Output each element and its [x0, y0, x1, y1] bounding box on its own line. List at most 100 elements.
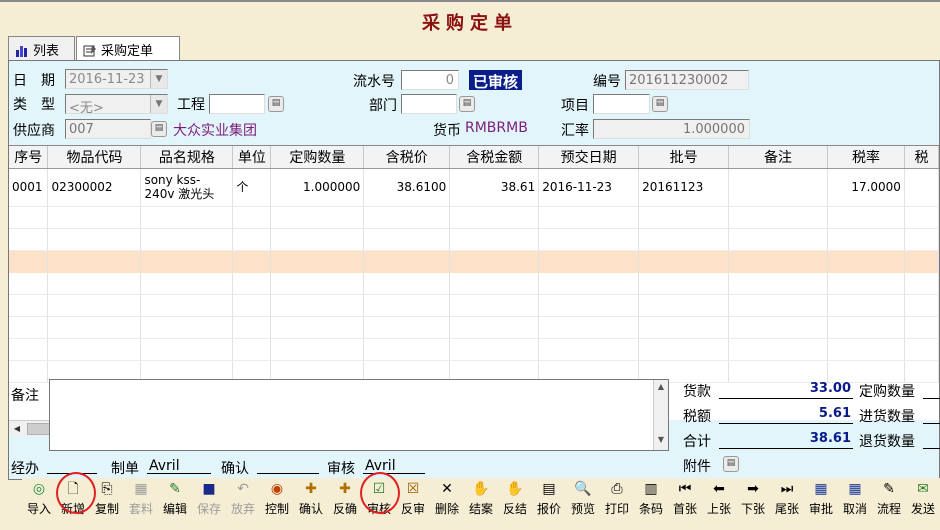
date-value: 2016-11-23	[69, 72, 145, 87]
serial-field[interactable]: 0	[401, 70, 459, 90]
control-button[interactable]: ◉ 控制	[260, 478, 294, 528]
column-header[interactable]: 预交日期	[538, 146, 640, 169]
chevron-down-icon[interactable]: ▼	[150, 95, 167, 113]
table-row[interactable]	[9, 316, 939, 339]
cancel-button[interactable]: ▦ 取消	[838, 478, 872, 528]
table-cell[interactable]: 个	[232, 168, 272, 207]
quote-label: 报价	[536, 502, 561, 516]
send-icon: ✉	[917, 481, 929, 497]
item-field[interactable]	[593, 94, 650, 114]
table-cell[interactable]: 02300002	[47, 168, 142, 207]
number-field[interactable]: 201611230002	[625, 70, 749, 90]
lookup-icon[interactable]: ▤	[459, 96, 475, 112]
attachment-icon[interactable]: ▤	[723, 456, 739, 472]
preview-icon: 🔍	[574, 481, 592, 497]
last-record-button[interactable]: ⏭ 尾张	[770, 478, 804, 528]
table-cell[interactable]	[728, 168, 828, 207]
barcode-button[interactable]: ▥ 条码	[634, 478, 668, 528]
supplier-name[interactable]: 大众实业集团	[173, 120, 257, 140]
material-button[interactable]: ▦ 套料	[124, 478, 158, 528]
audit-button[interactable]: ☑ 审核	[362, 478, 396, 528]
scroll-left-icon[interactable]: ◀	[11, 423, 23, 435]
confirm-button[interactable]: ✚ 确认	[294, 478, 328, 528]
reopen-case-label: 反结	[502, 502, 527, 516]
copy-button[interactable]: ⎘ 复制	[90, 478, 124, 528]
table-row[interactable]	[9, 272, 939, 295]
previous-record-button[interactable]: ⬅ 上张	[702, 478, 736, 528]
table-row[interactable]: 0001 02300002 sony kss-240v 激光头 个 1.0000…	[9, 168, 939, 207]
maker-value[interactable]: Avril	[147, 458, 211, 474]
chevron-down-icon[interactable]: ▼	[150, 70, 167, 88]
currency-value[interactable]: RMBRMB	[465, 120, 528, 136]
column-header[interactable]: 单位	[232, 146, 272, 169]
rate-field[interactable]: 1.000000	[593, 119, 750, 139]
print-button[interactable]: ⎙ 打印	[600, 478, 634, 528]
auditor-value[interactable]: Avril	[363, 458, 425, 474]
handler-value[interactable]	[47, 458, 97, 474]
tab-list[interactable]: 列表	[8, 36, 75, 60]
table-cell[interactable]: 38.6100	[363, 168, 451, 207]
type-select[interactable]: <无> ▼	[65, 94, 168, 114]
save-button[interactable]: ■ 保存	[192, 478, 226, 528]
unaudit-button[interactable]: ☒ 反审	[396, 478, 430, 528]
table-row[interactable]	[9, 206, 939, 229]
column-header[interactable]: 备注	[728, 146, 828, 169]
table-cell[interactable]	[904, 168, 939, 207]
column-header[interactable]: 含税价	[363, 146, 451, 169]
column-header[interactable]: 批号	[638, 146, 730, 169]
notes-label: 备注	[11, 388, 39, 404]
date-field[interactable]: 2016-11-23 ▼	[65, 69, 168, 89]
lookup-icon[interactable]: ▤	[151, 121, 167, 137]
quote-button[interactable]: ▤ 报价	[532, 478, 566, 528]
import-button[interactable]: ◎ 导入	[22, 478, 56, 528]
column-header[interactable]: 品名规格	[140, 146, 234, 169]
return-qty-line	[923, 431, 940, 449]
table-cell[interactable]: 20161123	[638, 168, 730, 207]
delete-button[interactable]: ✕ 删除	[430, 478, 464, 528]
lookup-icon[interactable]: ▤	[652, 96, 668, 112]
column-header[interactable]: 税	[904, 146, 939, 169]
department-field[interactable]	[401, 94, 457, 114]
column-header[interactable]: 定购数量	[270, 146, 365, 169]
column-header[interactable]: 物品代码	[47, 146, 142, 169]
vertical-scrollbar[interactable]: ▲ ▼	[653, 380, 668, 450]
next-record-button[interactable]: ➡ 下张	[736, 478, 770, 528]
table-cell[interactable]: sony kss-240v 激光头	[140, 168, 234, 207]
table-row[interactable]	[9, 338, 939, 361]
attach-label: 附件	[683, 459, 711, 475]
notes-textarea[interactable]: ▲ ▼	[49, 379, 669, 451]
table-cell[interactable]: 0001	[9, 168, 49, 207]
column-header[interactable]: 含税金额	[449, 146, 540, 169]
scroll-up-icon[interactable]: ▲	[654, 382, 668, 391]
workflow-button[interactable]: ✎ 流程	[872, 478, 906, 528]
table-cell[interactable]: 1.000000	[270, 168, 365, 207]
preview-button[interactable]: 🔍 预览	[566, 478, 600, 528]
table-row[interactable]	[9, 294, 939, 317]
confirm-value[interactable]	[257, 458, 319, 474]
preview-label: 预览	[570, 502, 595, 516]
table-cell[interactable]: 17.0000	[827, 168, 905, 207]
table-row-selected[interactable]	[9, 250, 939, 273]
supplier-code-field[interactable]: 007	[65, 119, 151, 139]
unconfirm-button[interactable]: ✚ 反确	[328, 478, 362, 528]
lookup-icon[interactable]: ▤	[268, 96, 284, 112]
table-row[interactable]	[9, 228, 939, 251]
close-case-button[interactable]: ✋ 结案	[464, 478, 498, 528]
send-button[interactable]: ✉ 发送	[906, 478, 940, 528]
approve-button[interactable]: ▦ 审批	[804, 478, 838, 528]
undo-button[interactable]: ↶ 放弃	[226, 478, 260, 528]
delete-icon: ✕	[441, 481, 453, 497]
new-button[interactable]: 🗋 新增	[56, 478, 90, 528]
return-qty-label: 退货数量	[859, 434, 915, 450]
first-record-button[interactable]: ⏮ 首张	[668, 478, 702, 528]
next-record-label: 下张	[740, 502, 765, 516]
project-field[interactable]	[209, 94, 265, 114]
column-header[interactable]: 序号	[9, 146, 49, 169]
table-cell[interactable]: 2016-11-23	[538, 168, 640, 207]
table-cell[interactable]: 38.61	[449, 168, 540, 207]
edit-button[interactable]: ✎ 编辑	[158, 478, 192, 528]
tab-purchase-order[interactable]: 采购定单	[76, 36, 180, 60]
column-header[interactable]: 税率	[827, 146, 905, 169]
scroll-down-icon[interactable]: ▼	[654, 435, 668, 444]
reopen-case-button[interactable]: ✋ 反结	[498, 478, 532, 528]
